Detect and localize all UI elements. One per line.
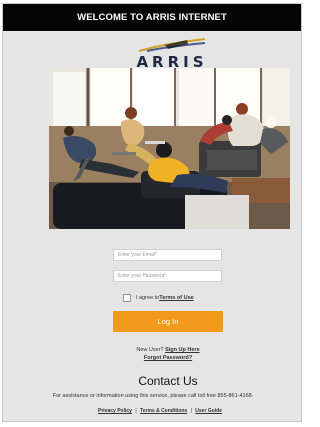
sign-up-link[interactable]: Sign Up Here bbox=[165, 347, 200, 353]
terms-agreement-row: I agree to Terms of Use bbox=[123, 293, 194, 302]
terms-of-use-link[interactable]: Terms of Use bbox=[159, 295, 193, 301]
login-page: WELCOME TO ARRIS INTERNET ARRIS Enter yo… bbox=[2, 3, 302, 422]
contact-title: Contact Us bbox=[138, 374, 198, 388]
terms-prefix-text: I agree to bbox=[136, 294, 160, 301]
hero-office-photo bbox=[49, 68, 290, 229]
password-field[interactable] bbox=[113, 270, 222, 282]
welcome-banner: WELCOME TO ARRIS INTERNET bbox=[3, 4, 301, 31]
privacy-policy-link[interactable]: Privacy Policy bbox=[98, 408, 132, 414]
user-guide-link[interactable]: User Guide bbox=[195, 408, 222, 414]
email-field[interactable] bbox=[113, 249, 222, 261]
assistance-text: For assistance or information using this… bbox=[52, 393, 254, 399]
arris-swoosh-icon bbox=[138, 38, 206, 52]
new-user-text: New User? bbox=[136, 347, 166, 353]
terms-checkbox[interactable] bbox=[123, 293, 131, 302]
forgot-password-link-row: Forgot Password? bbox=[124, 355, 212, 361]
welcome-title: WELCOME TO ARRIS INTERNET bbox=[77, 12, 227, 23]
footer-separator: | bbox=[190, 408, 192, 414]
terms-conditions-link[interactable]: Terms & Conditions bbox=[140, 408, 187, 414]
footer-links: Privacy Policy | Terms & Conditions | Us… bbox=[75, 408, 245, 414]
new-user-signup-row: New User? Sign Up Here bbox=[115, 347, 221, 353]
hero-photo-image bbox=[49, 68, 290, 229]
arris-logo: ARRIS bbox=[131, 38, 213, 71]
footer-separator: | bbox=[135, 408, 137, 414]
forgot-password-link[interactable]: Forgot Password? bbox=[144, 355, 192, 361]
login-button[interactable]: Log In bbox=[113, 311, 223, 332]
